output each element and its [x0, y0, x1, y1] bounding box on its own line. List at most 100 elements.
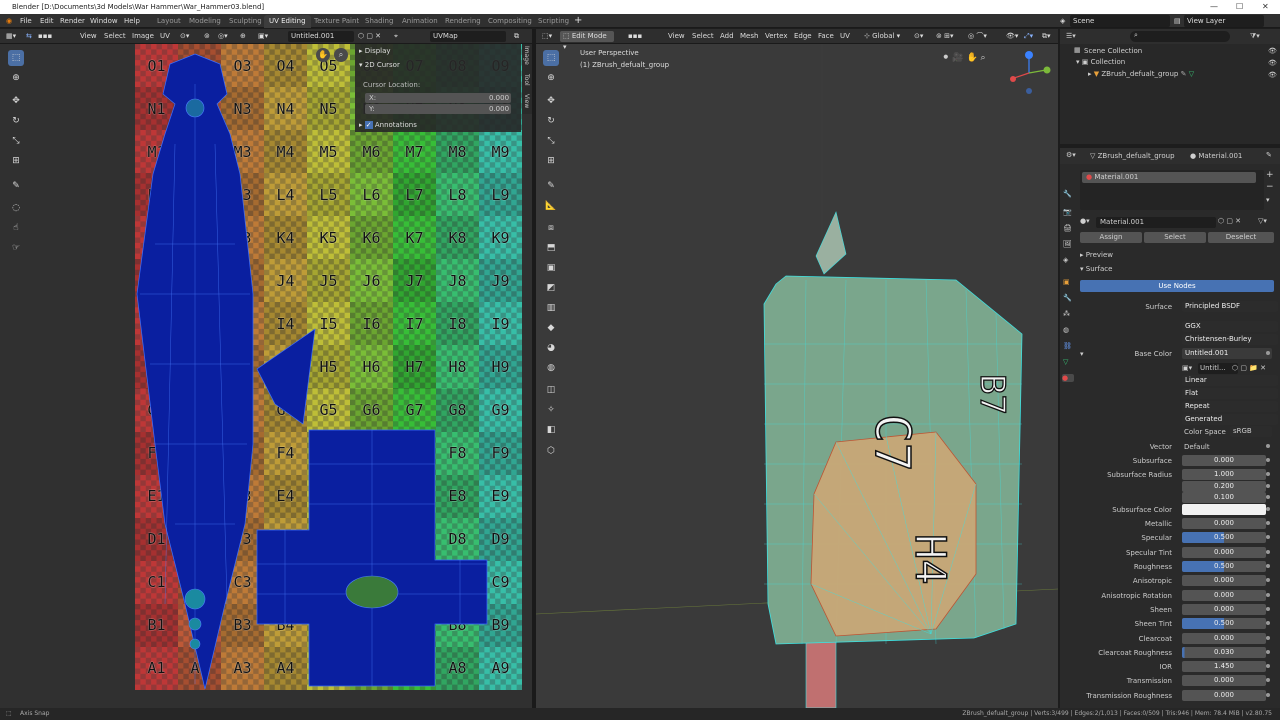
tab-layout[interactable]: Layout [152, 15, 186, 28]
properties-editor-icon[interactable]: ⚙▾ [1066, 151, 1076, 159]
proportional-edit-icon[interactable]: ◎ ⌒▾ [968, 31, 987, 42]
pin-properties-icon[interactable]: ✎ [1266, 151, 1272, 159]
socket-dot[interactable] [1266, 458, 1270, 462]
vp-move-icon[interactable]: ✥ [543, 93, 559, 109]
slot-specials-icon[interactable]: ▾ [1266, 196, 1270, 204]
socket-dot[interactable] [1266, 635, 1270, 640]
interpolation-dropdown[interactable]: Linear [1182, 375, 1278, 386]
vp-extrude-icon[interactable]: ⬒ [543, 240, 559, 256]
viewport-nav-icons[interactable]: ⚫ 🎥 ✋ ⌕ [942, 53, 986, 63]
pin-icon[interactable]: ⌖ [394, 31, 398, 42]
image-actions-icons[interactable]: ⬡ ▢ ✕ [358, 31, 381, 42]
material-actions-icons[interactable]: ⬡ ▢ ✕ [1218, 217, 1241, 225]
cursor-panel-header[interactable]: ▾ 2D Cursor [359, 61, 400, 69]
shader-input-field[interactable]: 0.000 [1182, 546, 1266, 558]
editor-type-icon[interactable]: ▦▾ [6, 31, 16, 42]
uv-menu-image[interactable]: Image [132, 31, 154, 42]
relax-tool-icon[interactable]: ☝ [8, 220, 24, 236]
view-layer-selector[interactable]: View Layer [1184, 15, 1264, 27]
tab-scripting[interactable]: Scripting [533, 15, 574, 28]
collection-visibility-icon[interactable]: 👁 [1268, 59, 1277, 67]
pinch-tool-icon[interactable]: ☞ [8, 240, 24, 256]
material-slot-list[interactable]: ● Material.001 [1080, 170, 1264, 210]
uv-map-field[interactable]: UVMap [430, 31, 506, 42]
surface-shader-field[interactable]: Principled BSDF [1182, 301, 1278, 312]
shader-input-field[interactable]: 0.500 [1182, 561, 1266, 572]
deselect-button[interactable]: Deselect [1208, 232, 1274, 243]
vp-rotate-icon[interactable]: ↻ [543, 113, 559, 129]
vp-shear-icon[interactable]: ◧ [543, 422, 559, 438]
image-actions-icons[interactable]: ⬡ ▢ 📁 ✕ [1232, 364, 1266, 372]
color-space-dropdown[interactable]: sRGB [1230, 426, 1272, 437]
socket-dot[interactable] [1266, 483, 1270, 488]
material-name-field[interactable]: Material.001 [1096, 217, 1216, 228]
tab-uv-editing[interactable]: UV Editing [264, 15, 311, 28]
socket-dot[interactable] [1266, 564, 1270, 568]
display-panel-header[interactable]: ▸ Display [359, 47, 391, 55]
expand-icon[interactable]: ▾ [1080, 350, 1084, 358]
vp-annotate-icon[interactable]: ✎ [543, 178, 559, 194]
shader-input-field[interactable]: 0.000 [1182, 632, 1266, 644]
tab-render-icon[interactable]: 📷 [1063, 208, 1072, 216]
image-name-field[interactable]: Untitled.001 [288, 31, 354, 42]
select-box-tool-icon[interactable]: ⬚ [8, 50, 24, 66]
viewport-editor-type-icon[interactable]: ⬚▾ [542, 31, 552, 42]
scene-collection-label[interactable]: Scene Collection [1084, 47, 1142, 55]
uv-grid-image[interactable]: O1O2O3O4O5O6O7O8O9N1N2N3N4N5N6N7N8N9M1M2… [135, 44, 522, 690]
tab-rendering[interactable]: Rendering [440, 15, 486, 28]
vp-poly-build-icon[interactable]: ◕ [543, 340, 559, 356]
socket-dot[interactable] [1266, 664, 1270, 669]
collection-row[interactable]: ▾ ▣ Collection [1076, 58, 1125, 66]
vp-knife-icon[interactable]: ◆ [543, 320, 559, 336]
socket-dot[interactable] [1266, 592, 1270, 597]
vp-menu-uv[interactable]: UV [840, 31, 850, 42]
tab-image[interactable]: Image [523, 46, 530, 65]
zoom-view-icon[interactable]: ⌕ [334, 48, 348, 62]
vp-shrink-icon[interactable]: ✧ [543, 402, 559, 418]
socket-dot[interactable] [1266, 678, 1270, 683]
vp-select-box-icon[interactable]: ⬚ [543, 50, 559, 66]
vp-scale-icon[interactable]: ⤡ [543, 133, 559, 149]
annotate-tool-icon[interactable]: ✎ [8, 178, 24, 194]
pivot-point-icon[interactable]: ⊙▾ [914, 31, 923, 42]
socket-dot[interactable] [1266, 578, 1270, 583]
scene-selector[interactable]: Scene [1070, 15, 1170, 27]
vector-value[interactable]: Default [1184, 443, 1210, 451]
object-visibility-icon[interactable]: 👁 [1268, 71, 1277, 79]
assign-button[interactable]: Assign [1080, 232, 1142, 243]
object-row[interactable]: ▸ ▼ ZBrush_defualt_group ✎ ▽ [1088, 70, 1194, 78]
shader-input-field[interactable]: 0.000 [1182, 603, 1266, 615]
vp-menu-view[interactable]: View [668, 31, 685, 42]
menu-render[interactable]: Render [60, 14, 85, 28]
tab-output-icon[interactable]: 🖨 [1063, 224, 1072, 232]
uv-menu-uv[interactable]: UV [160, 31, 170, 42]
socket-dot[interactable] [1266, 506, 1270, 511]
grab-tool-icon[interactable]: ◌ [8, 200, 24, 216]
uv-menu-view[interactable]: View [80, 31, 97, 42]
shader-input-field[interactable]: 0.000 [1182, 455, 1266, 466]
socket-dot[interactable] [1266, 535, 1270, 540]
shader-input-field[interactable] [1182, 503, 1266, 515]
select-button[interactable]: Select [1144, 232, 1206, 243]
shader-input-field[interactable]: 1.000 [1182, 469, 1266, 481]
cursor-tool-icon[interactable]: ⊕ [8, 70, 24, 86]
link-icon[interactable]: ▽▾ [1258, 217, 1267, 225]
rotate-tool-icon[interactable]: ↻ [8, 113, 24, 129]
vp-add-cube-icon[interactable]: ⧈ [543, 220, 559, 236]
vp-measure-icon[interactable]: 📐 [543, 198, 559, 214]
vp-rip-icon[interactable]: ⬡ [543, 443, 559, 459]
blender-logo-icon[interactable]: ◉ [6, 14, 12, 28]
socket-dot[interactable] [1266, 495, 1270, 500]
vp-menu-select[interactable]: Select [692, 31, 714, 42]
shader-input-field[interactable]: 0.030 [1182, 646, 1266, 658]
menu-help[interactable]: Help [124, 14, 140, 28]
menu-edit[interactable]: Edit [40, 14, 54, 28]
scene-visibility-icon[interactable]: 👁 [1268, 47, 1277, 55]
image-browse-icon[interactable]: ▣▾ [1182, 364, 1192, 372]
shader-input-field[interactable]: 0.000 [1182, 575, 1266, 587]
material-browse-icon[interactable]: ●▾ [1080, 217, 1092, 228]
outliner-search[interactable]: ⌕ [1130, 31, 1230, 42]
socket-dot[interactable] [1266, 692, 1270, 697]
preview-panel-header[interactable]: ▸ Preview [1080, 251, 1113, 259]
distribution-dropdown[interactable]: GGX [1182, 321, 1278, 332]
